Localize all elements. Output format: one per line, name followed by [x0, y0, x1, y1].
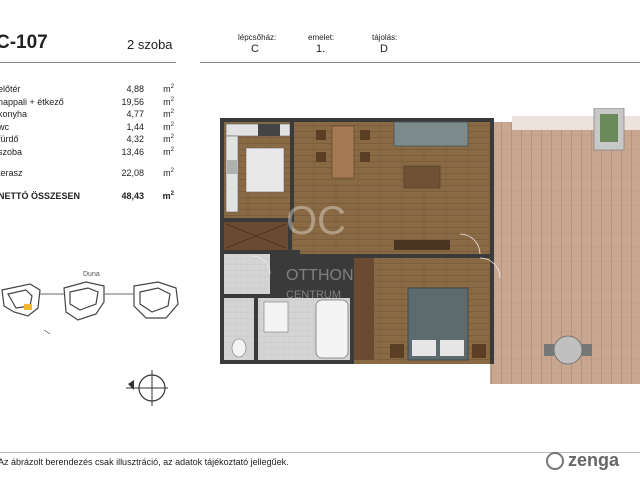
disclaimer-text: Az ábrázolt berendezés csak illusztráció…	[0, 457, 289, 467]
apartment-marker	[24, 304, 32, 310]
coffee-table	[403, 165, 441, 189]
zenga-logo-text: zenga	[568, 450, 620, 470]
room-row: fürdő 4,32 m2	[0, 134, 178, 147]
building-location-map	[1, 281, 179, 335]
floor-value: 1.	[316, 43, 326, 55]
plants	[600, 114, 618, 142]
room-area: 4,32	[126, 134, 144, 144]
room-area: 19,56	[121, 96, 144, 107]
room-area: 4,77	[126, 109, 144, 119]
room-row: wc 1,44 m2	[0, 122, 178, 135]
tv-stand	[394, 240, 450, 250]
dining-table	[331, 125, 355, 179]
room-unit: m2	[163, 146, 174, 157]
room-name: fürdő	[0, 134, 19, 144]
sofa	[393, 121, 469, 147]
floor-plan: OC OTTHON CENTRUM	[220, 108, 640, 384]
staircase-label: lépcsőház:	[238, 33, 277, 42]
total-area: 48,43	[121, 190, 144, 201]
room-row: nappali + étkező 19,56 m2	[0, 97, 178, 110]
total-row: NETTÓ ÖSSZESEN 48,43 m2	[0, 191, 178, 204]
north-arrow-icon	[126, 370, 168, 406]
apartment-code: C-107	[0, 32, 48, 53]
room-unit: m2	[163, 121, 174, 132]
header-divider-left	[0, 62, 176, 63]
watermark-line2: CENTRUM	[286, 289, 341, 301]
room-name: előtér	[0, 84, 21, 94]
total-unit: m2	[162, 190, 174, 201]
footer-divider	[0, 452, 640, 453]
room-unit: m2	[163, 96, 174, 107]
toilet	[231, 338, 247, 358]
room-area: 1,44	[126, 121, 144, 132]
room-area-table: előtér 4,88 m2 nappali + étkező 19,56 m2…	[0, 84, 178, 203]
total-label: NETTÓ ÖSSZESEN	[0, 190, 81, 201]
watermark-monogram: OC	[286, 199, 346, 243]
orientation-label: tájolás:	[372, 33, 398, 42]
room-unit: m2	[163, 168, 174, 178]
watermark-line1: OTTHON	[286, 267, 354, 284]
room-name: terasz	[0, 168, 23, 178]
terrace-table	[553, 335, 583, 365]
floor-label: emelet:	[308, 33, 335, 42]
room-unit: m2	[163, 84, 174, 94]
river-label: Duna	[83, 271, 100, 278]
room-name: szoba	[0, 146, 23, 157]
room-row: konyha 4,77 m2	[0, 109, 178, 122]
kitchen-island	[245, 147, 285, 193]
staircase-value: C	[251, 43, 259, 55]
bedroom-wardrobe	[354, 258, 374, 360]
header-divider-right	[200, 62, 640, 63]
room-name: konyha	[0, 109, 28, 119]
room-area: 22,08	[121, 168, 144, 178]
terrace-row: terasz 22,08 m2	[0, 168, 178, 181]
room-count: 2 szoba	[127, 37, 173, 52]
room-row: szoba 13,46 m2	[0, 147, 178, 160]
room-name: nappali + étkező	[0, 96, 64, 107]
room-row: előtér 4,88 m2	[0, 84, 178, 97]
bathtub	[315, 299, 349, 359]
room-area: 13,46	[121, 146, 144, 157]
room-area: 4,88	[126, 84, 144, 94]
room-unit: m2	[163, 134, 174, 144]
room-unit: m2	[163, 109, 174, 119]
washbasin	[263, 301, 289, 333]
zenga-logo-icon	[546, 452, 564, 470]
orientation-value: D	[380, 43, 388, 55]
room-name: wc	[0, 121, 9, 132]
